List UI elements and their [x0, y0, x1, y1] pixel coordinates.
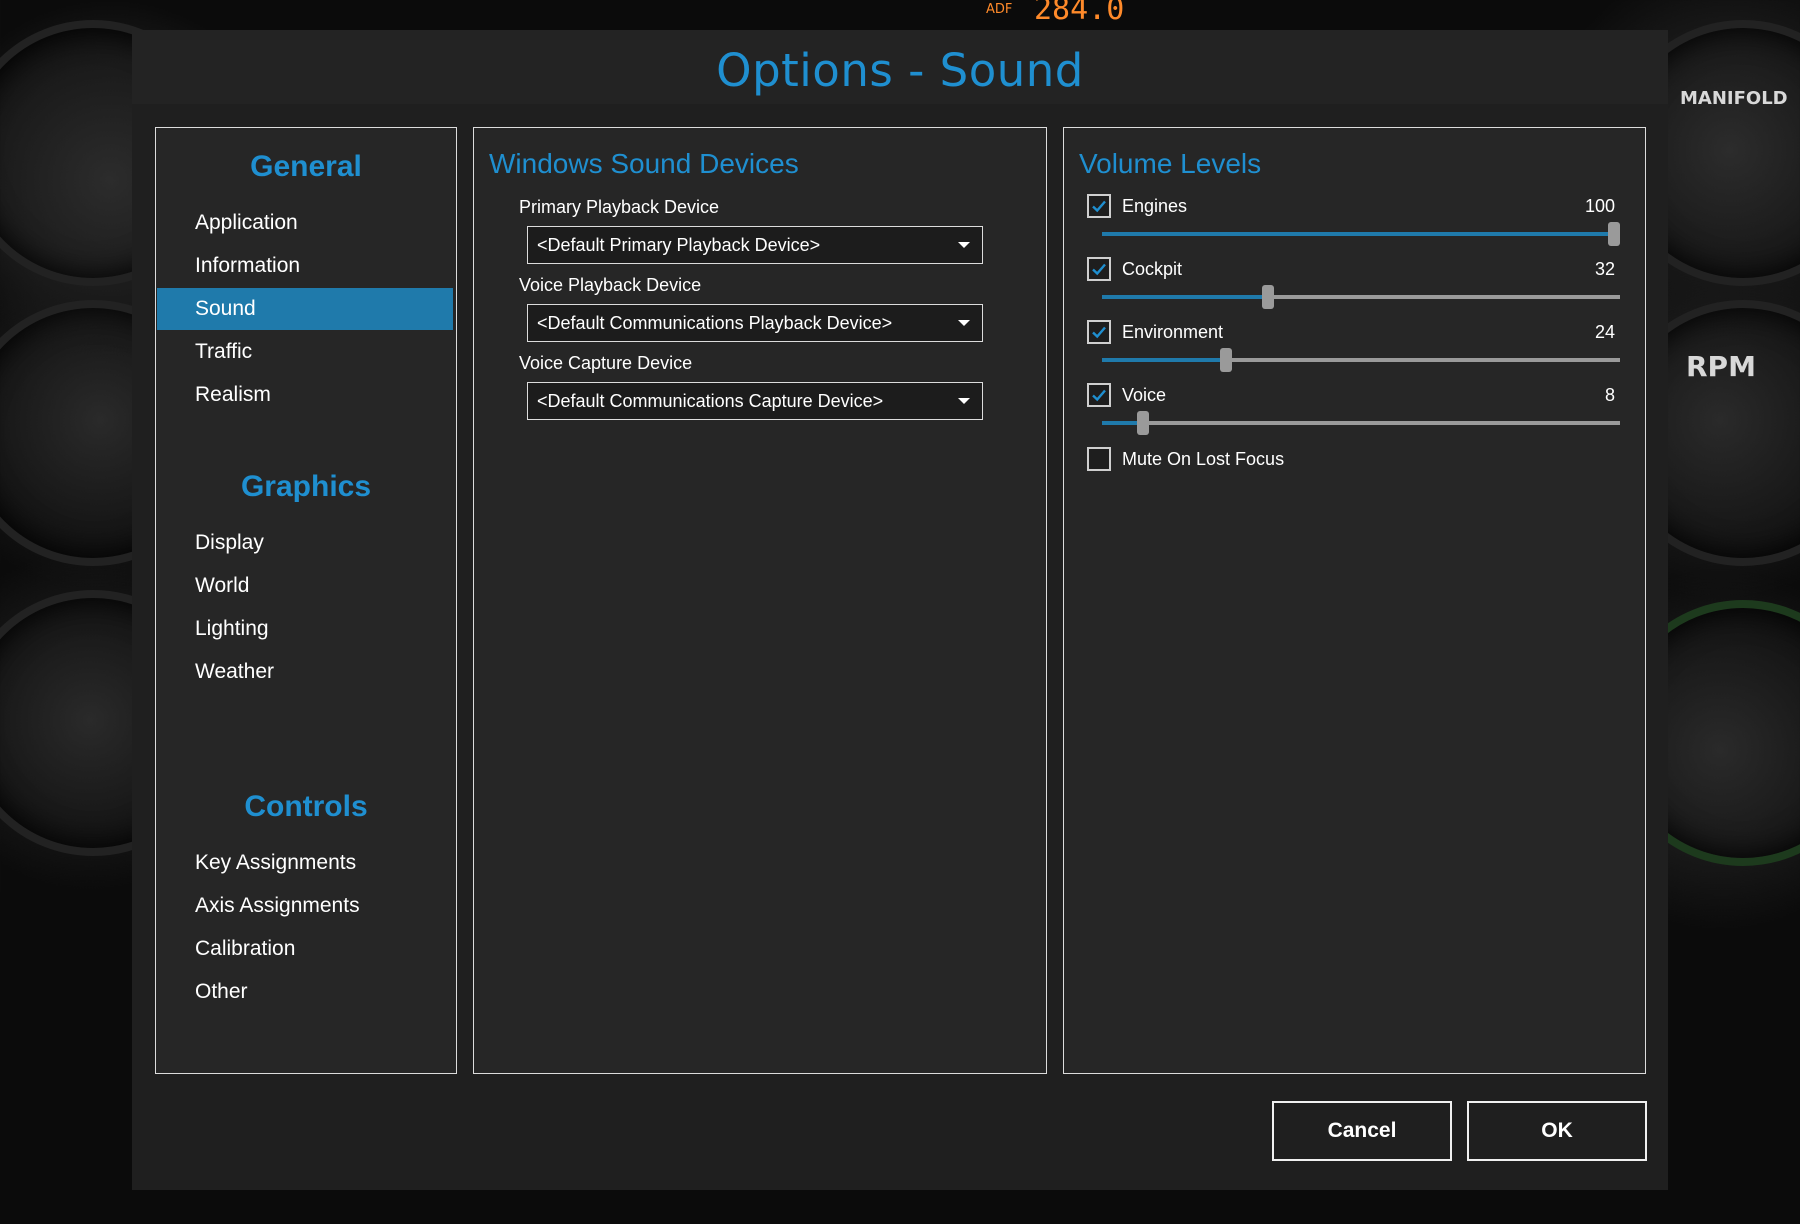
environment-checkbox[interactable]: [1087, 320, 1111, 344]
engines-value: 100: [1584, 196, 1615, 216]
nav-item-label: Realism: [195, 383, 271, 406]
select-value: <Default Communications Capture Device>: [537, 391, 884, 411]
nav-item-axis-assignments[interactable]: Axis Assignments: [157, 885, 453, 927]
nav-item-application[interactable]: Application: [157, 202, 453, 244]
volume-levels-title: Volume Levels: [1079, 148, 1262, 179]
nav-item-label: Lighting: [195, 617, 269, 640]
chevron-down-icon: [958, 398, 970, 404]
nav-item-label: Axis Assignments: [195, 894, 360, 917]
environment-value: 24: [1594, 322, 1615, 342]
checkmark-icon: [1092, 263, 1106, 276]
voice-capture-label: Voice Capture Device: [519, 353, 693, 373]
adf-label: ADF: [986, 2, 1013, 17]
voice-checkbox[interactable]: [1087, 383, 1111, 407]
mute-on-lost-focus-checkbox[interactable]: [1087, 447, 1111, 471]
nav-heading-graphics: Graphics: [240, 470, 372, 503]
slider-thumb[interactable]: [1137, 411, 1150, 435]
nav-item-label: Information: [195, 254, 301, 277]
sound-devices-panel: Windows Sound Devices Primary Playback D…: [473, 127, 1047, 1074]
manifold-gauge-label: MANIFOLD: [1680, 88, 1788, 109]
mute-on-lost-focus-label: Mute On Lost Focus: [1122, 449, 1285, 469]
engines-checkbox[interactable]: [1087, 194, 1111, 218]
checkmark-icon: [1092, 200, 1106, 213]
slider-thumb[interactable]: [1608, 222, 1620, 246]
chevron-down-icon: [958, 320, 970, 326]
options-nav-panel: General Application Information Sound Tr…: [155, 127, 457, 1074]
environment-volume-slider[interactable]: [1102, 348, 1620, 372]
nav-item-label: Weather: [195, 660, 274, 683]
nav-item-label: Key Assignments: [195, 851, 357, 874]
nav-item-label: Sound: [195, 297, 256, 320]
nav-item-calibration[interactable]: Calibration: [157, 928, 453, 970]
checkmark-icon: [1092, 389, 1106, 402]
environment-label: Environment: [1122, 322, 1224, 342]
voice-label: Voice: [1122, 385, 1167, 405]
rpm-gauge-label: RPM: [1686, 350, 1756, 383]
nav-item-label: Other: [195, 980, 248, 1003]
nav-item-lighting[interactable]: Lighting: [157, 608, 453, 650]
nav-item-label: Display: [195, 531, 264, 554]
options-dialog: Options - Sound General Application Info…: [132, 30, 1668, 1190]
voice-value: 8: [1604, 385, 1615, 405]
nav-item-realism[interactable]: Realism: [157, 374, 453, 416]
nav-item-label: Calibration: [195, 937, 296, 960]
cockpit-value: 32: [1594, 259, 1615, 279]
adf-readout: 284.0: [1034, 0, 1125, 27]
slider-thumb[interactable]: [1261, 285, 1274, 309]
engines-volume-slider[interactable]: [1102, 222, 1620, 246]
cockpit-volume-slider[interactable]: [1102, 285, 1620, 309]
nav-item-label: Traffic: [195, 340, 253, 363]
nav-item-information[interactable]: Information: [157, 245, 453, 287]
slider-fill: [1102, 295, 1268, 299]
nav-item-key-assignments[interactable]: Key Assignments: [157, 842, 453, 884]
slider-track: [1102, 421, 1620, 425]
nav-item-label: World: [195, 574, 250, 597]
nav-item-world[interactable]: World: [157, 565, 453, 607]
nav-item-sound[interactable]: Sound: [157, 288, 453, 330]
voice-volume-slider[interactable]: [1102, 411, 1620, 435]
voice-playback-label: Voice Playback Device: [519, 275, 702, 295]
cancel-button[interactable]: Cancel: [1272, 1101, 1452, 1161]
nav-item-other[interactable]: Other: [157, 971, 453, 1013]
dialog-title: Options - Sound: [716, 44, 1084, 97]
slider-fill: [1102, 232, 1614, 236]
nav-heading-general: General: [250, 150, 362, 183]
slider-thumb[interactable]: [1220, 348, 1233, 372]
nav-item-traffic[interactable]: Traffic: [157, 331, 453, 373]
primary-playback-label: Primary Playback Device: [519, 197, 720, 217]
nav-item-display[interactable]: Display: [157, 522, 453, 564]
select-value: <Default Primary Playback Device>: [537, 235, 821, 255]
select-value: <Default Communications Playback Device>: [537, 313, 893, 333]
cockpit-label: Cockpit: [1122, 259, 1183, 279]
sound-devices-title: Windows Sound Devices: [489, 148, 799, 179]
ok-button[interactable]: OK: [1467, 1101, 1647, 1161]
voice-capture-select[interactable]: <Default Communications Capture Device>: [527, 382, 983, 420]
volume-levels-panel: Volume Levels Engines 100 Cockpit 32 Env…: [1063, 127, 1646, 1074]
nav-item-weather[interactable]: Weather: [157, 651, 453, 693]
cockpit-checkbox[interactable]: [1087, 257, 1111, 281]
primary-playback-select[interactable]: <Default Primary Playback Device>: [527, 226, 983, 264]
slider-fill: [1102, 358, 1227, 362]
engines-label: Engines: [1122, 196, 1188, 216]
nav-heading-controls: Controls: [244, 790, 368, 823]
nav-item-label: Application: [195, 211, 298, 234]
checkmark-icon: [1092, 326, 1106, 339]
voice-playback-select[interactable]: <Default Communications Playback Device>: [527, 304, 983, 342]
title-bar: Options - Sound: [132, 30, 1668, 104]
chevron-down-icon: [958, 242, 970, 248]
